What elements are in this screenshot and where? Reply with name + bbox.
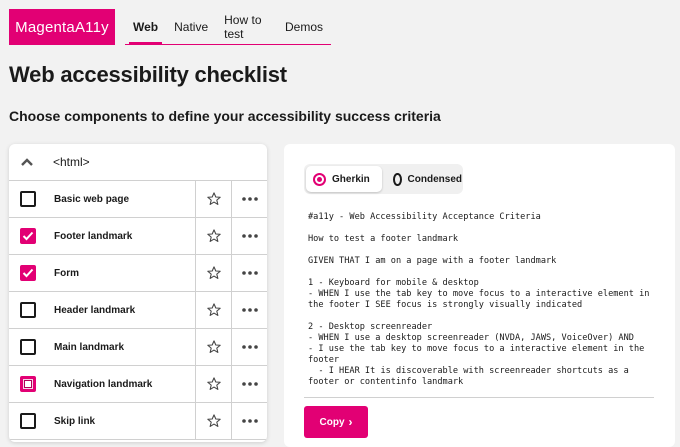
component-list: <html> Basic web page Footer landmark Form… [9, 144, 267, 442]
list-item: Form [9, 254, 267, 292]
divider [304, 397, 654, 398]
list-item: Skip link [9, 402, 267, 440]
criteria-text[interactable]: #a11y - Web Accessibility Acceptance Cri… [308, 212, 653, 398]
favorite-star-icon[interactable] [195, 291, 231, 329]
component-label[interactable]: Header landmark [54, 305, 195, 316]
favorite-star-icon[interactable] [195, 328, 231, 366]
list-item: Main landmark [9, 328, 267, 366]
component-label[interactable]: Main landmark [54, 342, 195, 353]
more-options-icon[interactable] [231, 328, 267, 366]
component-label[interactable]: Skip link [54, 416, 195, 427]
component-checkbox[interactable] [20, 228, 36, 244]
list-item: Header landmark [9, 291, 267, 329]
more-options-icon[interactable] [231, 365, 267, 403]
nav-demos[interactable]: Demos [277, 10, 331, 44]
page-subtitle: Choose components to define your accessi… [9, 108, 441, 124]
condensed-option[interactable]: Condensed [386, 166, 462, 192]
favorite-star-icon[interactable] [195, 365, 231, 403]
radio-unselected-icon [393, 172, 402, 186]
chevron-right-icon: › [348, 415, 353, 429]
nav-native[interactable]: Native [166, 10, 216, 44]
main-nav: Web Native How to test Demos [125, 10, 331, 45]
nav-how-to-test[interactable]: How to test [216, 10, 277, 44]
logo[interactable]: MagentaA11y [9, 9, 115, 45]
favorite-star-icon[interactable] [195, 254, 231, 292]
more-options-icon[interactable] [231, 217, 267, 255]
list-header: <html> [9, 144, 267, 181]
component-checkbox[interactable] [20, 191, 36, 207]
component-checkbox[interactable] [20, 302, 36, 318]
more-options-icon[interactable] [231, 180, 267, 218]
list-item: Basic web page [9, 180, 267, 218]
component-label[interactable]: Form [54, 268, 195, 279]
list-item: Navigation landmark [9, 365, 267, 403]
favorite-star-icon[interactable] [195, 402, 231, 440]
more-options-icon[interactable] [231, 291, 267, 329]
format-toggle: Gherkin Condensed [304, 164, 463, 194]
list-header-title: <html> [53, 155, 90, 169]
condensed-label: Condensed [407, 173, 462, 185]
component-checkbox[interactable] [20, 376, 36, 392]
copy-button[interactable]: Copy › [304, 406, 368, 438]
component-checkbox[interactable] [20, 265, 36, 281]
page-title: Web accessibility checklist [9, 62, 287, 87]
more-options-icon[interactable] [231, 402, 267, 440]
gherkin-option[interactable]: Gherkin [306, 166, 382, 192]
radio-selected-icon [313, 172, 326, 186]
favorite-star-icon[interactable] [195, 217, 231, 255]
component-checkbox[interactable] [20, 339, 36, 355]
favorite-star-icon[interactable] [195, 180, 231, 218]
component-label[interactable]: Navigation landmark [54, 379, 195, 390]
more-options-icon[interactable] [231, 254, 267, 292]
component-label[interactable]: Footer landmark [54, 231, 195, 242]
chevron-up-icon [21, 158, 33, 166]
collapse-button[interactable] [9, 157, 45, 167]
criteria-panel: Gherkin Condensed #a11y - Web Accessibil… [284, 144, 675, 447]
gherkin-label: Gherkin [332, 173, 370, 185]
nav-web[interactable]: Web [125, 10, 166, 45]
list-item: Footer landmark [9, 217, 267, 255]
component-checkbox[interactable] [20, 413, 36, 429]
component-label[interactable]: Basic web page [54, 194, 195, 205]
copy-label: Copy [319, 416, 345, 428]
